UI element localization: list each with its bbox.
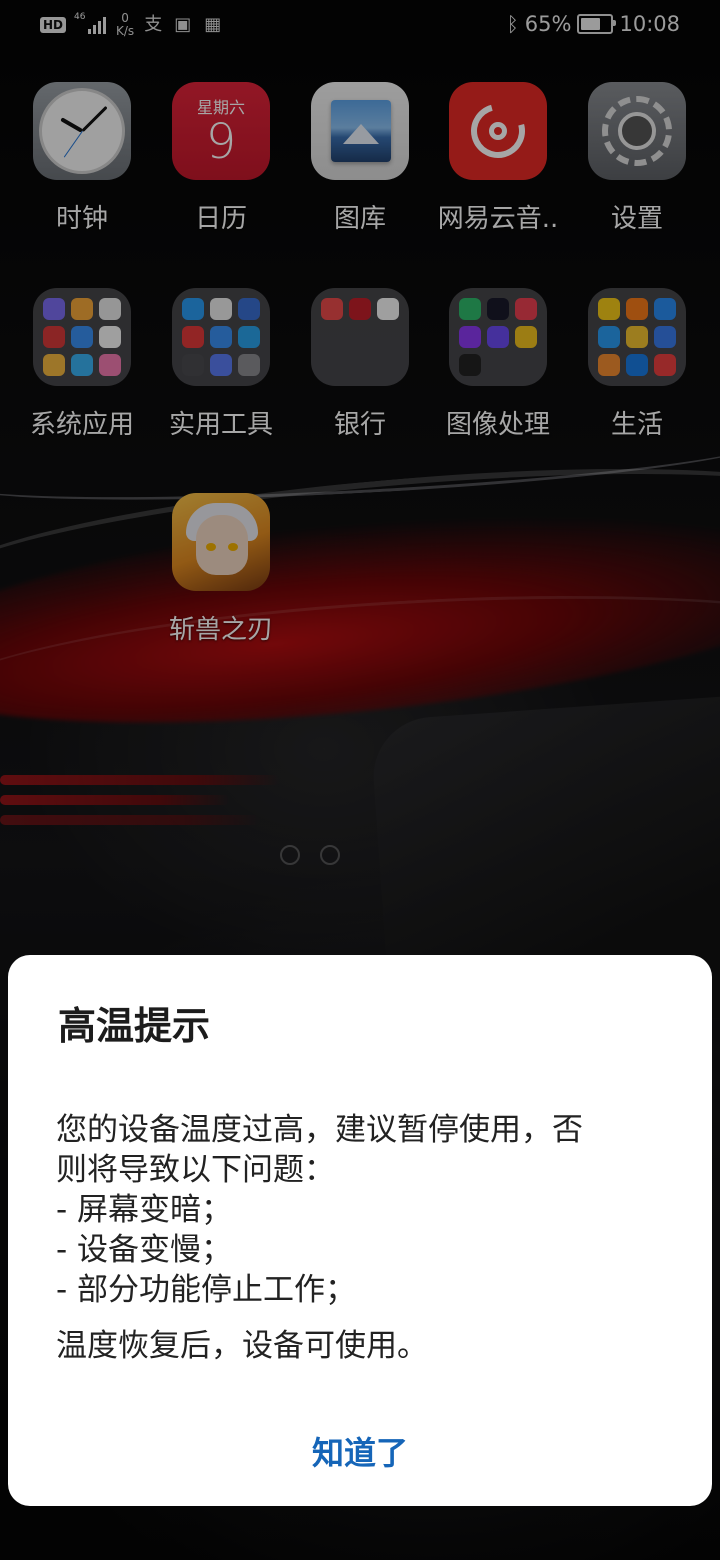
dialog-message: 您的设备温度过高，建议暂停使用，否 则将导致以下问题： - 屏幕变暗； - 设备… — [56, 1110, 656, 1366]
dialog-text-line: 则将导致以下问题： — [56, 1152, 335, 1188]
got-it-button[interactable]: 知道了 — [8, 1428, 712, 1474]
dialog-footer-text: 温度恢复后，设备可使用。 — [56, 1328, 428, 1364]
dialog-list-item: - 部分功能停止工作； — [56, 1272, 357, 1308]
high-temperature-dialog: 高温提示 您的设备温度过高，建议暂停使用，否 则将导致以下问题： - 屏幕变暗；… — [8, 955, 712, 1506]
dialog-list-item: - 屏幕变暗； — [56, 1192, 233, 1228]
dialog-list-item: - 设备变慢； — [56, 1232, 233, 1268]
dialog-title: 高温提示 — [58, 1004, 211, 1048]
dialog-text-line: 您的设备温度过高，建议暂停使用，否 — [56, 1112, 583, 1148]
